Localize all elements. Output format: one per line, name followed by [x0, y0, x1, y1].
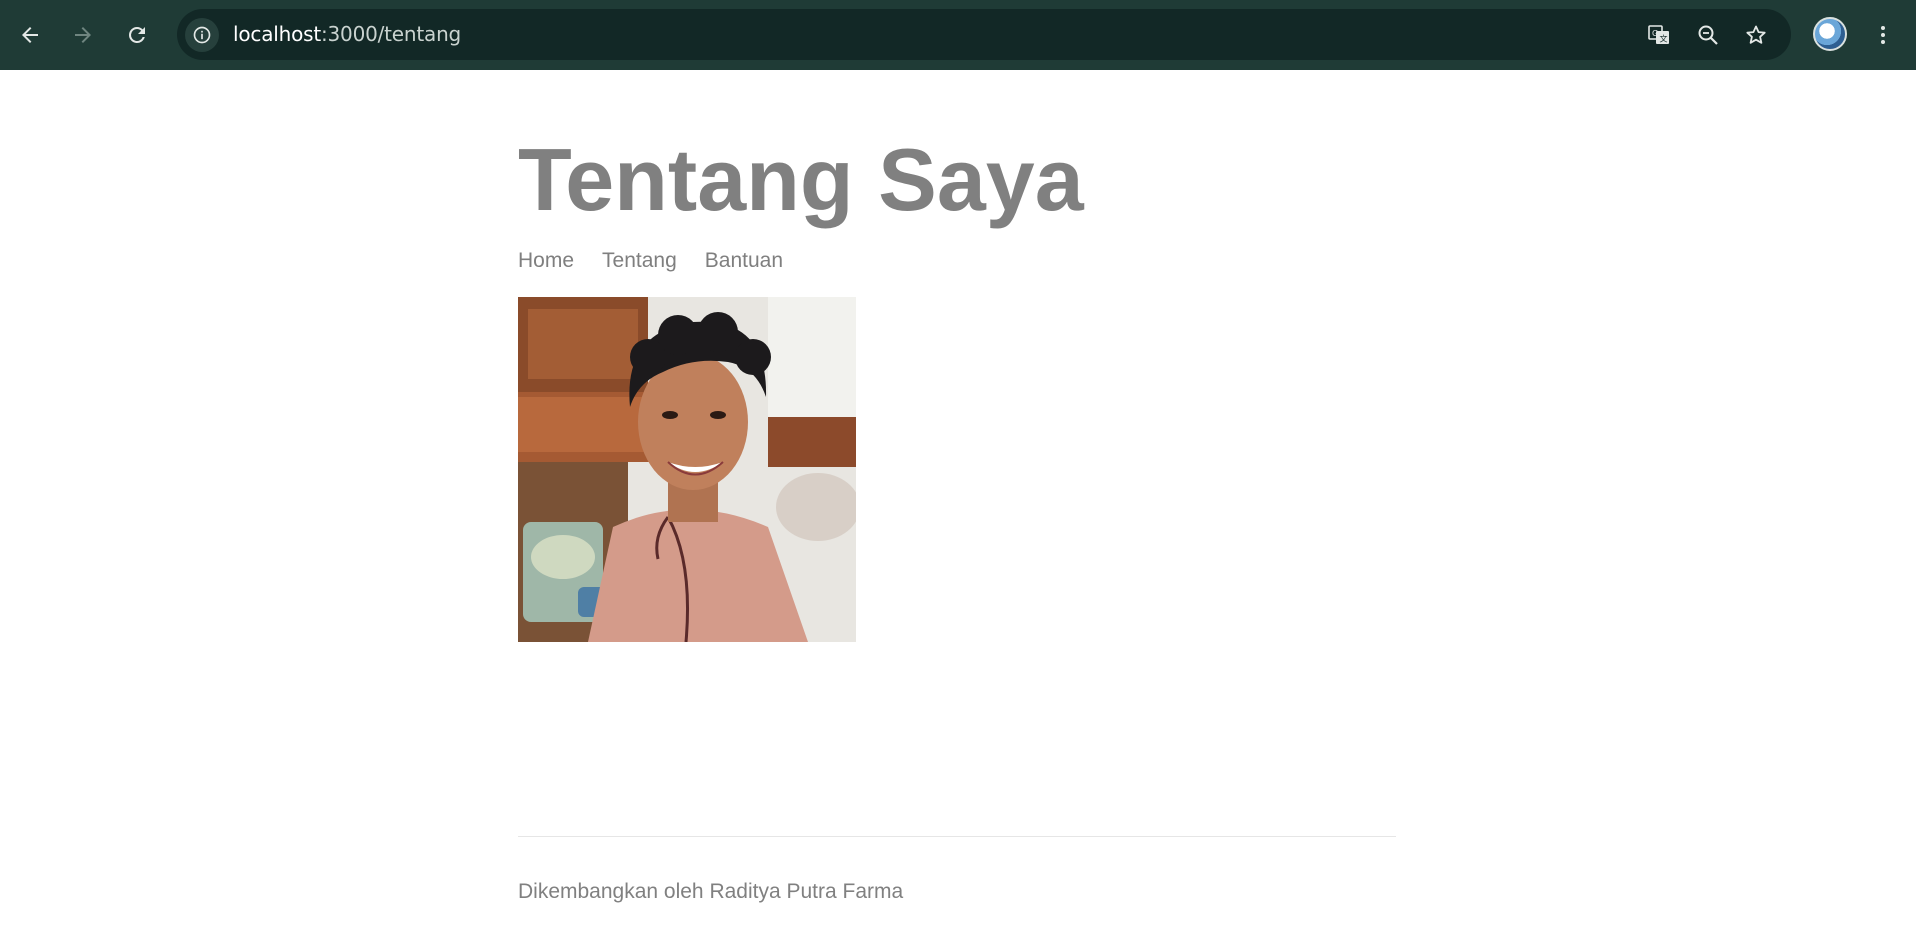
nav-link-bantuan[interactable]: Bantuan: [705, 249, 783, 273]
bookmark-button[interactable]: [1741, 20, 1771, 50]
footer-credit: Dikembangkan oleh Raditya Putra Farma: [518, 880, 904, 903]
page-title: Tentang Saya: [518, 130, 1084, 229]
page-viewport: Tentang Saya Home Tentang Bantuan Dikemb…: [0, 70, 1916, 948]
translate-button[interactable]: G 文: [1644, 20, 1674, 50]
kebab-menu-icon: [1881, 26, 1885, 44]
profile-photo: [518, 297, 856, 642]
translate-icon: G 文: [1648, 25, 1669, 44]
reload-icon: [129, 27, 145, 43]
browser-toolbar: localhost:3000/tentang G 文: [0, 0, 1916, 70]
forward-button[interactable]: [63, 15, 103, 55]
url-host: localhost: [233, 22, 321, 46]
footer-divider: [518, 836, 1396, 837]
svg-text:文: 文: [1660, 34, 1668, 44]
zoom-button[interactable]: [1693, 20, 1723, 50]
url-text[interactable]: localhost:3000/tentang: [233, 22, 461, 46]
back-button[interactable]: [10, 15, 50, 55]
main-nav: Home Tentang Bantuan: [518, 249, 783, 273]
profile-avatar-button[interactable]: [1813, 17, 1847, 51]
nav-link-tentang[interactable]: Tentang: [602, 249, 677, 273]
reload-button[interactable]: [117, 15, 157, 55]
zoom-out-icon: [1698, 25, 1718, 45]
arrow-left-icon: [22, 27, 38, 43]
site-info-button[interactable]: [185, 18, 219, 52]
address-bar[interactable]: localhost:3000/tentang G 文: [177, 9, 1791, 60]
arrow-right-icon: [75, 27, 91, 43]
nav-link-home[interactable]: Home: [518, 249, 574, 273]
profile-photo-image: [518, 297, 856, 642]
info-icon: [193, 26, 211, 44]
svg-text:G: G: [1652, 29, 1658, 38]
star-icon: [1746, 25, 1766, 44]
browser-menu-button[interactable]: [1868, 17, 1898, 53]
url-path: :3000/tentang: [320, 22, 462, 46]
